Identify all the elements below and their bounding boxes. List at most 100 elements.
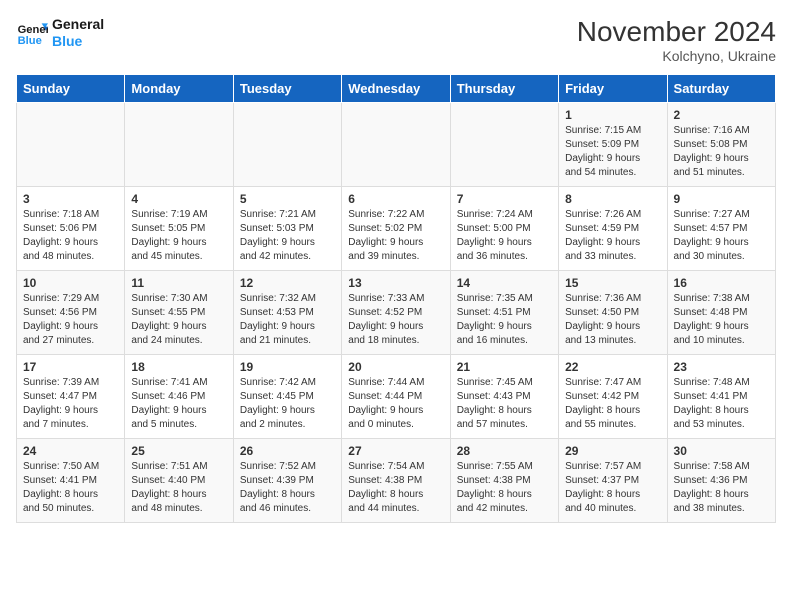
day-number: 17 bbox=[23, 360, 118, 374]
day-info: Sunrise: 7:29 AM Sunset: 4:56 PM Dayligh… bbox=[23, 292, 118, 348]
month-title: November 2024 bbox=[577, 16, 776, 48]
day-info: Sunrise: 7:45 AM Sunset: 4:43 PM Dayligh… bbox=[457, 376, 552, 432]
day-info: Sunrise: 7:38 AM Sunset: 4:48 PM Dayligh… bbox=[674, 292, 769, 348]
cell-w2-d0: 10 Sunrise: 7:29 AM Sunset: 4:56 PM Dayli… bbox=[17, 271, 125, 355]
day-number: 26 bbox=[240, 444, 335, 458]
day-number: 27 bbox=[348, 444, 443, 458]
col-monday: Monday bbox=[125, 75, 233, 103]
cell-w4-d0: 24Sunrise: 7:50 AM Sunset: 4:41 PM Dayli… bbox=[17, 439, 125, 523]
cell-w2-d3: 13 Sunrise: 7:33 AM Sunset: 4:52 PM Dayli… bbox=[342, 271, 450, 355]
col-saturday: Saturday bbox=[667, 75, 775, 103]
day-info: Sunrise: 7:15 AM Sunset: 5:09 PM Dayligh… bbox=[565, 124, 660, 180]
day-number: 12 bbox=[240, 276, 335, 290]
logo-text: General Blue bbox=[52, 16, 104, 50]
header-row: Sunday Monday Tuesday Wednesday Thursday… bbox=[17, 75, 776, 103]
cell-w0-d2 bbox=[233, 103, 341, 187]
day-number: 13 bbox=[348, 276, 443, 290]
cell-w4-d2: 26 Sunrise: 7:52 AM Sunset: 4:39 PM Dayli… bbox=[233, 439, 341, 523]
day-info: Sunrise: 7:26 AM Sunset: 4:59 PM Dayligh… bbox=[565, 208, 660, 264]
cell-w2-d4: 14Sunrise: 7:35 AM Sunset: 4:51 PM Dayli… bbox=[450, 271, 558, 355]
day-number: 18 bbox=[131, 360, 226, 374]
week-row-3: 17 Sunrise: 7:39 AM Sunset: 4:47 PM Dayli… bbox=[17, 355, 776, 439]
day-number: 23 bbox=[674, 360, 769, 374]
day-info: Sunrise: 7:58 AM Sunset: 4:36 PM Dayligh… bbox=[674, 460, 769, 516]
day-number: 15 bbox=[565, 276, 660, 290]
col-thursday: Thursday bbox=[450, 75, 558, 103]
day-number: 11 bbox=[131, 276, 226, 290]
day-info: Sunrise: 7:52 AM Sunset: 4:39 PM Dayligh… bbox=[240, 460, 335, 516]
day-number: 8 bbox=[565, 192, 660, 206]
day-info: Sunrise: 7:47 AM Sunset: 4:42 PM Dayligh… bbox=[565, 376, 660, 432]
week-row-0: 1Sunrise: 7:15 AM Sunset: 5:09 PM Daylig… bbox=[17, 103, 776, 187]
day-info: Sunrise: 7:42 AM Sunset: 4:45 PM Dayligh… bbox=[240, 376, 335, 432]
cell-w1-d2: 5 Sunrise: 7:21 AM Sunset: 5:03 PM Daylig… bbox=[233, 187, 341, 271]
day-number: 2 bbox=[674, 108, 769, 122]
calendar: Sunday Monday Tuesday Wednesday Thursday… bbox=[16, 74, 776, 523]
cell-w0-d0 bbox=[17, 103, 125, 187]
cell-w0-d5: 1Sunrise: 7:15 AM Sunset: 5:09 PM Daylig… bbox=[559, 103, 667, 187]
cell-w3-d5: 22 Sunrise: 7:47 AM Sunset: 4:42 PM Dayli… bbox=[559, 355, 667, 439]
day-info: Sunrise: 7:44 AM Sunset: 4:44 PM Dayligh… bbox=[348, 376, 443, 432]
svg-text:Blue: Blue bbox=[18, 35, 42, 47]
day-info: Sunrise: 7:55 AM Sunset: 4:38 PM Dayligh… bbox=[457, 460, 552, 516]
day-number: 14 bbox=[457, 276, 552, 290]
title-block: November 2024 Kolchyno, Ukraine bbox=[577, 16, 776, 64]
cell-w1-d3: 6 Sunrise: 7:22 AM Sunset: 5:02 PM Daylig… bbox=[342, 187, 450, 271]
cell-w3-d3: 20 Sunrise: 7:44 AM Sunset: 4:44 PM Dayli… bbox=[342, 355, 450, 439]
cell-w3-d4: 21 Sunrise: 7:45 AM Sunset: 4:43 PM Dayli… bbox=[450, 355, 558, 439]
cell-w1-d6: 9 Sunrise: 7:27 AM Sunset: 4:57 PM Daylig… bbox=[667, 187, 775, 271]
week-row-1: 3Sunrise: 7:18 AM Sunset: 5:06 PM Daylig… bbox=[17, 187, 776, 271]
cell-w0-d6: 2Sunrise: 7:16 AM Sunset: 5:08 PM Daylig… bbox=[667, 103, 775, 187]
cell-w2-d1: 11 Sunrise: 7:30 AM Sunset: 4:55 PM Dayli… bbox=[125, 271, 233, 355]
cell-w0-d4 bbox=[450, 103, 558, 187]
cell-w3-d6: 23Sunrise: 7:48 AM Sunset: 4:41 PM Dayli… bbox=[667, 355, 775, 439]
col-tuesday: Tuesday bbox=[233, 75, 341, 103]
day-info: Sunrise: 7:33 AM Sunset: 4:52 PM Dayligh… bbox=[348, 292, 443, 348]
logo: General Blue General Blue bbox=[16, 16, 104, 50]
cell-w4-d6: 30Sunrise: 7:58 AM Sunset: 4:36 PM Dayli… bbox=[667, 439, 775, 523]
day-info: Sunrise: 7:32 AM Sunset: 4:53 PM Dayligh… bbox=[240, 292, 335, 348]
logo-icon: General Blue bbox=[16, 17, 48, 49]
day-number: 21 bbox=[457, 360, 552, 374]
location: Kolchyno, Ukraine bbox=[577, 48, 776, 64]
day-info: Sunrise: 7:41 AM Sunset: 4:46 PM Dayligh… bbox=[131, 376, 226, 432]
cell-w1-d0: 3Sunrise: 7:18 AM Sunset: 5:06 PM Daylig… bbox=[17, 187, 125, 271]
cell-w2-d6: 16Sunrise: 7:38 AM Sunset: 4:48 PM Dayli… bbox=[667, 271, 775, 355]
day-info: Sunrise: 7:54 AM Sunset: 4:38 PM Dayligh… bbox=[348, 460, 443, 516]
week-row-2: 10 Sunrise: 7:29 AM Sunset: 4:56 PM Dayli… bbox=[17, 271, 776, 355]
day-info: Sunrise: 7:50 AM Sunset: 4:41 PM Dayligh… bbox=[23, 460, 118, 516]
cell-w3-d0: 17 Sunrise: 7:39 AM Sunset: 4:47 PM Dayli… bbox=[17, 355, 125, 439]
cell-w1-d5: 8 Sunrise: 7:26 AM Sunset: 4:59 PM Daylig… bbox=[559, 187, 667, 271]
day-info: Sunrise: 7:39 AM Sunset: 4:47 PM Dayligh… bbox=[23, 376, 118, 432]
page-container: General Blue General Blue November 2024 … bbox=[0, 0, 792, 531]
day-number: 7 bbox=[457, 192, 552, 206]
cell-w4-d3: 27 Sunrise: 7:54 AM Sunset: 4:38 PM Dayli… bbox=[342, 439, 450, 523]
day-number: 5 bbox=[240, 192, 335, 206]
day-info: Sunrise: 7:27 AM Sunset: 4:57 PM Dayligh… bbox=[674, 208, 769, 264]
day-info: Sunrise: 7:30 AM Sunset: 4:55 PM Dayligh… bbox=[131, 292, 226, 348]
cell-w1-d1: 4Sunrise: 7:19 AM Sunset: 5:05 PM Daylig… bbox=[125, 187, 233, 271]
day-number: 6 bbox=[348, 192, 443, 206]
cell-w0-d3 bbox=[342, 103, 450, 187]
day-number: 19 bbox=[240, 360, 335, 374]
day-info: Sunrise: 7:36 AM Sunset: 4:50 PM Dayligh… bbox=[565, 292, 660, 348]
day-number: 22 bbox=[565, 360, 660, 374]
cell-w3-d2: 19 Sunrise: 7:42 AM Sunset: 4:45 PM Dayli… bbox=[233, 355, 341, 439]
day-number: 28 bbox=[457, 444, 552, 458]
day-number: 20 bbox=[348, 360, 443, 374]
day-info: Sunrise: 7:21 AM Sunset: 5:03 PM Dayligh… bbox=[240, 208, 335, 264]
day-number: 9 bbox=[674, 192, 769, 206]
calendar-header: Sunday Monday Tuesday Wednesday Thursday… bbox=[17, 75, 776, 103]
cell-w2-d5: 15 Sunrise: 7:36 AM Sunset: 4:50 PM Dayli… bbox=[559, 271, 667, 355]
day-info: Sunrise: 7:22 AM Sunset: 5:02 PM Dayligh… bbox=[348, 208, 443, 264]
day-info: Sunrise: 7:57 AM Sunset: 4:37 PM Dayligh… bbox=[565, 460, 660, 516]
day-number: 29 bbox=[565, 444, 660, 458]
day-info: Sunrise: 7:19 AM Sunset: 5:05 PM Dayligh… bbox=[131, 208, 226, 264]
cell-w4-d1: 25Sunrise: 7:51 AM Sunset: 4:40 PM Dayli… bbox=[125, 439, 233, 523]
cell-w0-d1 bbox=[125, 103, 233, 187]
day-number: 10 bbox=[23, 276, 118, 290]
day-number: 25 bbox=[131, 444, 226, 458]
cell-w1-d4: 7Sunrise: 7:24 AM Sunset: 5:00 PM Daylig… bbox=[450, 187, 558, 271]
header: General Blue General Blue November 2024 … bbox=[16, 16, 776, 64]
cell-w4-d4: 28 Sunrise: 7:55 AM Sunset: 4:38 PM Dayli… bbox=[450, 439, 558, 523]
